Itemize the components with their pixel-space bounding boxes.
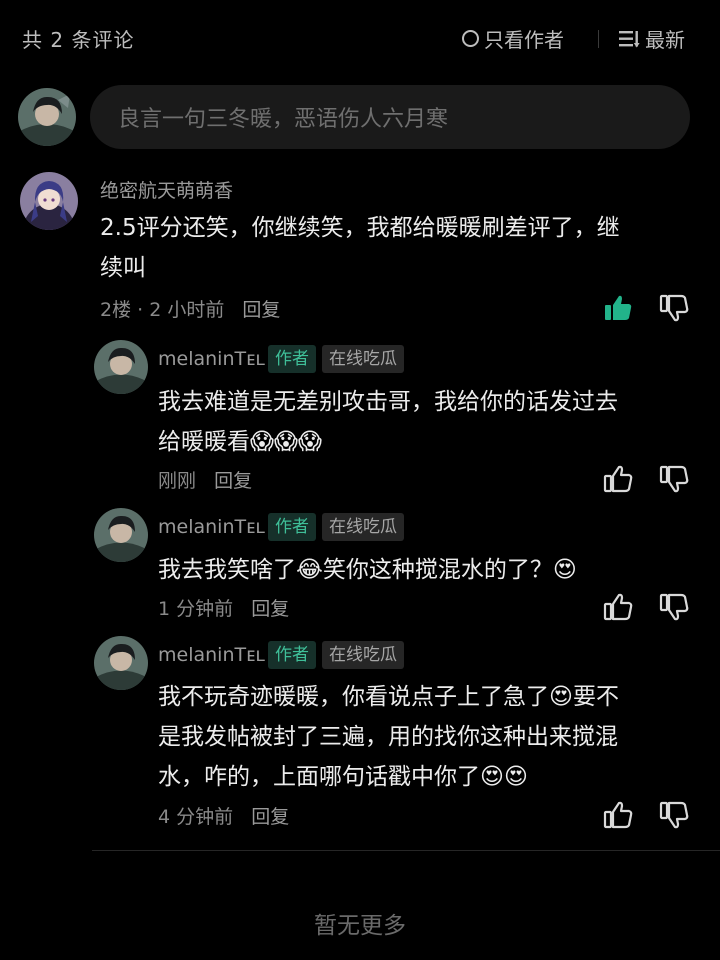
sort-label: 最新 [645,28,685,52]
thumbs-down-icon[interactable] [659,293,689,323]
current-user-avatar[interactable] [18,88,76,146]
sort-list-icon [619,30,640,47]
reply-button[interactable]: 回复 [251,598,289,620]
reply-avatar[interactable] [94,340,148,394]
author-tag: 作者 [268,513,316,541]
author-only-toggle[interactable]: 只看作者 [462,24,564,53]
reply-time: 刚刚 [158,470,197,492]
comment-username[interactable]: 绝密航天萌萌香 [100,176,233,203]
thumbs-up-icon[interactable] [603,800,633,830]
reply-avatar[interactable] [94,636,148,690]
reply-text: 我不玩奇迹暖暖，你看说点子上了急了😍要不 是我发帖被封了三遍，用的找你这种出来搅… [158,677,619,797]
comment-input[interactable]: 良言一句三冬暖，恶语伤人六月寒 [90,85,690,149]
author-tag: 作者 [268,345,316,373]
reply-meta: 刚刚 回复 [158,466,252,493]
reply-text-line: 水，咋的，上面哪句话戳中你了😍😍 [158,764,528,790]
reply-text: 我去我笑啥了😂笑你这种搅混水的了？😍 [158,550,577,590]
reply-text-line: 我去我笑啥了😂笑你这种搅混水的了？😍 [158,557,577,583]
meta-dot: · [137,299,150,321]
comment-text: 2.5评分还笑，你继续笑，我都给暖暖刷差评了，继 续叫 [100,208,620,288]
reply-text-line: 给暖暖看😱😱😱 [158,429,322,455]
radio-circle-icon[interactable] [462,30,479,47]
thumbs-up-icon[interactable] [603,592,633,622]
header-divider [598,30,599,48]
comment-time: 2 小时前 [149,299,225,321]
comment-meta: 2楼 · 2 小时前 回复 [100,295,280,322]
author-tag: 作者 [268,641,316,669]
comment-input-placeholder: 良言一句三冬暖，恶语伤人六月寒 [118,107,449,132]
no-more-label: 暂无更多 [314,913,406,939]
thumbs-up-icon[interactable] [603,464,633,494]
reply-username[interactable]: melaninTᴇʟ [158,644,265,666]
comment-text-line: 2.5评分还笑，你继续笑，我都给暖暖刷差评了，继 [100,215,620,241]
reply-text-line: 我不玩奇迹暖暖，你看说点子上了急了😍要不 [158,684,619,710]
thread-divider [92,850,720,851]
thumbs-down-icon[interactable] [659,592,689,622]
user-badge: 在线吃瓜 [322,345,404,373]
reply-text-line: 我去难道是无差别攻击哥，我给你的话发过去 [158,389,618,415]
comment-text-line: 续叫 [100,255,146,281]
avatar[interactable] [20,172,78,230]
reply-meta: 1 分钟前 回复 [158,594,289,621]
reply-time: 4 分钟前 [158,806,234,828]
reply-time: 1 分钟前 [158,598,234,620]
comment-floor: 2楼 [100,299,132,321]
thumbs-down-icon[interactable] [659,464,689,494]
reply-username[interactable]: melaninTᴇʟ [158,348,265,370]
comments-header: 共 2 条评论 只看作者 最新 [0,0,720,78]
reply-button[interactable]: 回复 [214,470,252,492]
user-badge: 在线吃瓜 [322,641,404,669]
reply-username[interactable]: melaninTᴇʟ [158,516,265,538]
reply-text-line: 是我发帖被封了三遍，用的找你这种出来搅混 [158,724,618,750]
sort-button[interactable]: 最新 [618,24,685,53]
thumbs-up-filled-icon[interactable] [603,293,633,323]
user-badge: 在线吃瓜 [322,513,404,541]
reply-button[interactable]: 回复 [251,806,289,828]
thumbs-down-icon[interactable] [659,800,689,830]
reply-avatar[interactable] [94,508,148,562]
reply-meta: 4 分钟前 回复 [158,802,289,829]
reply-button[interactable]: 回复 [242,299,280,321]
author-only-label: 只看作者 [484,28,564,52]
reply-text: 我去难道是无差别攻击哥，我给你的话发过去 给暖暖看😱😱😱 [158,382,618,462]
comment-count: 共 2 条评论 [22,28,135,52]
